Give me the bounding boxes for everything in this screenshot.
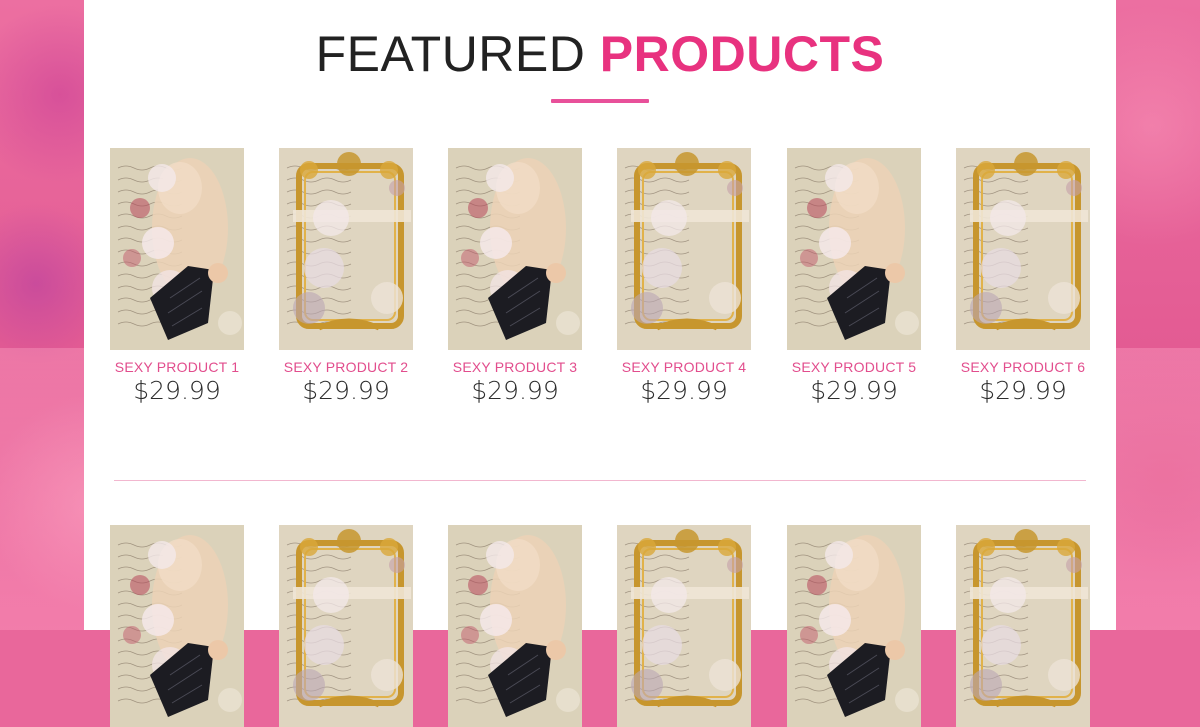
product-price: $29.99 [979,376,1067,405]
product-price: $29.99 [810,376,898,405]
section-divider [114,480,1086,481]
product-name[interactable]: SEXY PRODUCT 6 [946,359,1100,375]
product-name[interactable]: SEXY PRODUCT 1 [100,359,254,375]
featured-products-section: FEATURED PRODUCTS SEXY PRODUCT 1 $29.99 [84,0,1116,727]
section-title-prefix: FEATURED [315,26,586,82]
section-title: FEATURED PRODUCTS [84,22,1116,86]
product-name[interactable]: SEXY PRODUCT 5 [777,359,931,375]
product-price: $29.99 [640,376,728,405]
product-price: $29.99 [133,376,221,405]
product-price: $29.99 [471,376,559,405]
product-name[interactable]: SEXY PRODUCT 4 [607,359,761,375]
product-image[interactable] [617,525,751,727]
product-image[interactable] [787,525,921,727]
product-image[interactable] [956,525,1090,727]
product-name[interactable]: SEXY PRODUCT 2 [269,359,423,375]
product-image[interactable] [279,525,413,727]
product-image[interactable] [787,148,921,350]
product-image[interactable] [448,525,582,727]
product-image[interactable] [617,148,751,350]
section-title-accent: PRODUCTS [599,26,885,82]
product-image[interactable] [448,148,582,350]
product-image[interactable] [956,148,1090,350]
product-name[interactable]: SEXY PRODUCT 3 [438,359,592,375]
product-image[interactable] [110,525,244,727]
product-price: $29.99 [302,376,390,405]
product-image[interactable] [279,148,413,350]
title-underline [551,99,649,103]
product-image[interactable] [110,148,244,350]
